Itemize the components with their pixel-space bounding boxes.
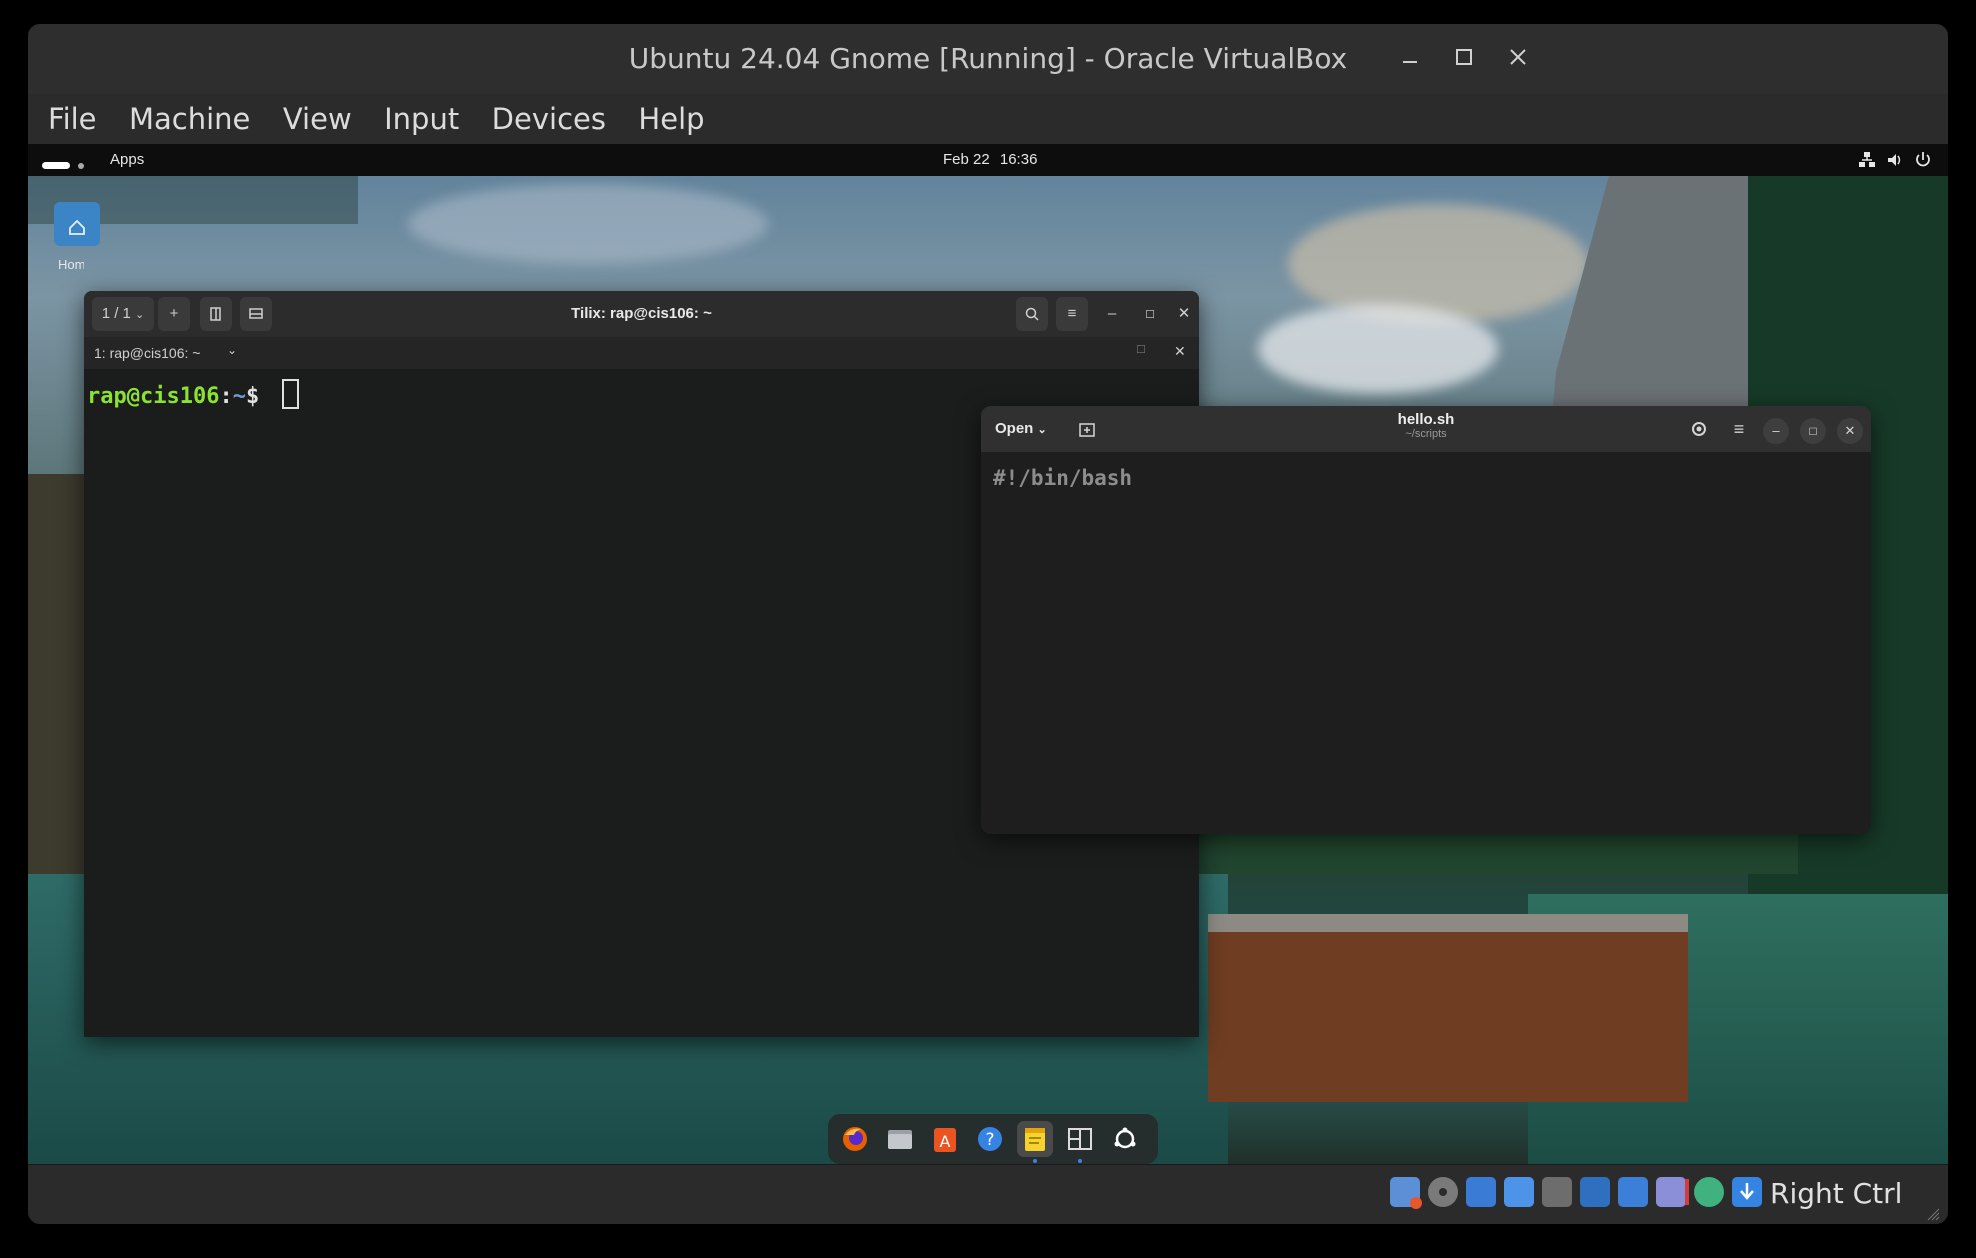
editor-close-button[interactable]: ✕ bbox=[1837, 418, 1863, 444]
time-label: 16:36 bbox=[999, 151, 1038, 168]
guest-screen[interactable]: Apps Feb 22 16:36 Home 1 / 1 ⌄ bbox=[28, 144, 1948, 1164]
menu-machine[interactable]: Machine bbox=[129, 102, 250, 136]
hamburger-icon: ≡ bbox=[1067, 305, 1077, 322]
terminal-headerbar: 1 / 1 ⌄ + Tilix: rap@cis106: ~ ≡ – ☐ ✕ bbox=[84, 291, 1199, 337]
prompt-symbol: $ bbox=[245, 384, 260, 409]
menu-view[interactable]: View bbox=[283, 102, 352, 136]
virtualbox-window: Ubuntu 24.04 Gnome [Running] - Oracle Vi… bbox=[28, 24, 1948, 1224]
workspace-indicator[interactable] bbox=[42, 156, 85, 173]
files-icon[interactable] bbox=[882, 1121, 918, 1157]
text-cursor bbox=[282, 379, 300, 409]
app-center-icon[interactable]: A bbox=[927, 1121, 963, 1157]
clock[interactable]: Feb 22 16:36 bbox=[943, 151, 1037, 168]
editor-text-area[interactable]: #!/bin/bash bbox=[981, 452, 1871, 834]
menu-file[interactable]: File bbox=[48, 102, 97, 136]
close-button[interactable] bbox=[1498, 38, 1538, 78]
svg-text:?: ? bbox=[985, 1130, 994, 1150]
apps-button[interactable]: Apps bbox=[110, 151, 144, 168]
hard-disk-icon[interactable] bbox=[1390, 1177, 1422, 1209]
home-folder-icon[interactable] bbox=[54, 202, 100, 246]
optical-drive-icon[interactable] bbox=[1428, 1177, 1458, 1207]
display-icon[interactable] bbox=[1618, 1177, 1648, 1207]
session-titlebar: 1: rap@cis106: ~ ⌄ ☐ ✕ bbox=[84, 337, 1199, 370]
vbox-status-bar: Right Ctrl bbox=[28, 1164, 1948, 1224]
editor-content: #!/bin/bash bbox=[993, 466, 1133, 490]
editor-minimize-button[interactable]: – bbox=[1763, 418, 1789, 444]
maximize-icon: ☐ bbox=[1808, 427, 1818, 438]
show-apps-icon[interactable] bbox=[1107, 1121, 1143, 1157]
volume-icon bbox=[1888, 154, 1901, 166]
session-close-icon[interactable]: ✕ bbox=[1174, 343, 1186, 360]
help-icon[interactable]: ? bbox=[972, 1121, 1008, 1157]
terminal-maximize-button[interactable]: ☐ bbox=[1136, 297, 1164, 331]
search-icon bbox=[1025, 307, 1039, 321]
minimize-icon bbox=[1403, 61, 1417, 63]
terminal-menu-button[interactable]: ≡ bbox=[1056, 297, 1088, 331]
close-icon bbox=[1510, 49, 1526, 65]
menu-bar: File Machine View Input Devices Help bbox=[28, 94, 1948, 145]
maximize-icon: ☐ bbox=[1145, 309, 1155, 321]
window-titlebar: Ubuntu 24.04 Gnome [Running] - Oracle Vi… bbox=[28, 24, 1948, 94]
session-label[interactable]: 1: rap@cis106: ~ bbox=[94, 345, 200, 361]
network-adapter-icon[interactable] bbox=[1504, 1177, 1534, 1207]
terminal-minimize-button[interactable]: – bbox=[1098, 297, 1126, 331]
dock: A ? bbox=[828, 1114, 1158, 1164]
minimize-button[interactable] bbox=[1390, 38, 1430, 78]
editor-headerbar: Open ⌄ hello.sh ~/scripts ≡ – ☐ ✕ bbox=[981, 406, 1871, 452]
terminal-close-button[interactable]: ✕ bbox=[1172, 297, 1196, 331]
menu-devices[interactable]: Devices bbox=[492, 102, 606, 136]
editor-maximize-button[interactable]: ☐ bbox=[1800, 418, 1826, 444]
hamburger-icon: ≡ bbox=[1733, 419, 1745, 439]
shared-folders-icon[interactable] bbox=[1580, 1177, 1610, 1207]
text-editor-window[interactable]: Open ⌄ hello.sh ~/scripts ≡ – ☐ ✕ #!/bin… bbox=[981, 406, 1871, 834]
network-icon bbox=[1859, 152, 1875, 167]
prompt-path: ~ bbox=[232, 384, 246, 409]
editor-menu-button[interactable]: ≡ bbox=[1726, 416, 1752, 442]
menu-input[interactable]: Input bbox=[384, 102, 459, 136]
editor-settings-button[interactable] bbox=[1686, 416, 1712, 442]
svg-text:A: A bbox=[940, 1132, 951, 1151]
menu-help[interactable]: Help bbox=[638, 102, 704, 136]
power-icon bbox=[1916, 152, 1930, 167]
close-icon: ✕ bbox=[1844, 423, 1856, 438]
minimize-icon: – bbox=[1107, 305, 1117, 322]
session-maximize-icon[interactable]: ☐ bbox=[1136, 343, 1146, 356]
running-indicator bbox=[1078, 1159, 1082, 1163]
chevron-down-icon[interactable]: ⌄ bbox=[227, 343, 237, 357]
maximize-icon bbox=[1456, 49, 1472, 65]
resize-grip-icon[interactable] bbox=[1924, 1205, 1940, 1221]
date-label: Feb 22 bbox=[943, 151, 990, 168]
host-key-label: Right Ctrl bbox=[1770, 1177, 1903, 1210]
text-editor-icon[interactable] bbox=[1017, 1121, 1053, 1163]
gnome-top-bar: Apps Feb 22 16:36 bbox=[28, 144, 1948, 176]
running-indicator bbox=[1033, 1159, 1037, 1163]
guest-additions-icon[interactable] bbox=[1694, 1177, 1724, 1207]
usb-icon[interactable] bbox=[1542, 1177, 1572, 1207]
keyboard-capture-icon[interactable] bbox=[1732, 1177, 1762, 1207]
audio-icon[interactable] bbox=[1466, 1177, 1496, 1207]
minimize-icon: – bbox=[1772, 423, 1780, 438]
video-capture-icon[interactable] bbox=[1656, 1177, 1689, 1207]
maximize-button[interactable] bbox=[1444, 38, 1484, 78]
window-title: Ubuntu 24.04 Gnome [Running] - Oracle Vi… bbox=[628, 42, 1348, 75]
prompt-separator: : bbox=[219, 384, 233, 409]
search-button[interactable] bbox=[1016, 297, 1048, 331]
gear-icon bbox=[1692, 422, 1706, 436]
tilix-icon[interactable] bbox=[1062, 1121, 1098, 1163]
shell-prompt: rap@cis106:~$ bbox=[87, 379, 300, 409]
firefox-icon[interactable] bbox=[837, 1121, 873, 1157]
prompt-user: rap@cis106 bbox=[87, 384, 220, 409]
close-icon: ✕ bbox=[1177, 305, 1191, 322]
system-menu[interactable] bbox=[1858, 150, 1938, 170]
home-folder-label: Home bbox=[58, 257, 84, 272]
